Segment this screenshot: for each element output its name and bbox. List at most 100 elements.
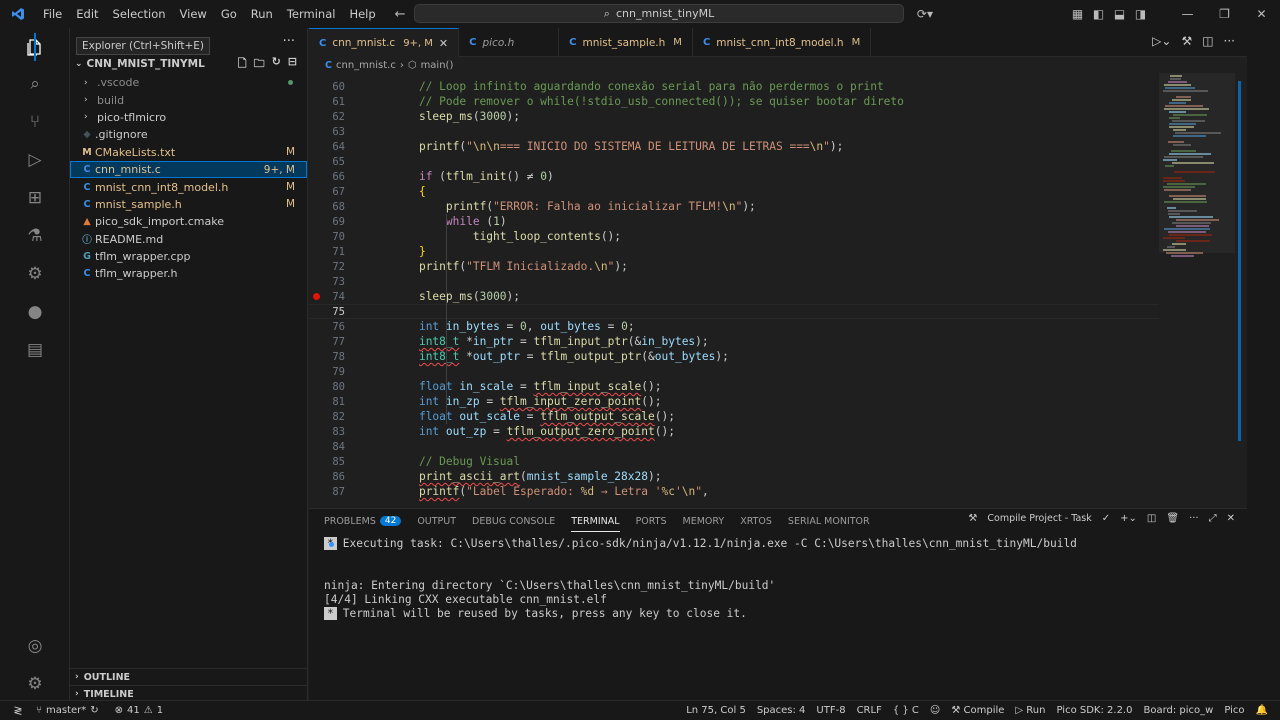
code-line[interactable]: 69 while (1): [309, 214, 1159, 229]
extensions-icon[interactable]: ⊞: [0, 180, 70, 216]
tree-item-cnn-mnist-c[interactable]: Ccnn_mnist.c 9+, M: [70, 160, 307, 179]
cursor-position[interactable]: Ln 75, Col 5: [686, 705, 746, 716]
code-line[interactable]: 62 sleep_ms(3000);: [309, 109, 1159, 124]
remote-icon[interactable]: ≷: [0, 704, 36, 717]
code-line[interactable]: 75: [309, 304, 1159, 319]
code-line[interactable]: 63: [309, 124, 1159, 139]
minimize-icon[interactable]: —: [1169, 7, 1206, 21]
tree-item-tflm-wrapper-h[interactable]: Ctflm_wrapper.h: [70, 265, 307, 282]
kill-terminal-icon[interactable]: 🗑: [1166, 513, 1179, 524]
code-line[interactable]: 74 sleep_ms(3000);: [309, 289, 1159, 304]
minimap[interactable]: [1159, 73, 1247, 508]
code-line[interactable]: 61 // Pode remover o while(!stdio_usb_co…: [309, 94, 1159, 109]
clipboard-icon[interactable]: ▤: [0, 332, 70, 368]
code-line[interactable]: 86 print_ascii_art(mnist_sample_28x28);: [309, 469, 1159, 484]
raspberry-pi-pico-icon[interactable]: ⚙: [0, 256, 70, 292]
toggle-sidebar-icon[interactable]: ◧: [1088, 7, 1109, 21]
toggle-secondary-sidebar-icon[interactable]: ◨: [1130, 7, 1151, 21]
panel-tab-output[interactable]: OUTPUT: [417, 509, 456, 533]
outline-section[interactable]: › OUTLINE: [70, 668, 308, 685]
explorer-root-folder[interactable]: ⌄ CNN_MNIST_TINYML 🗋 🗀 ↻ ⊟: [70, 54, 307, 74]
sync-icon[interactable]: ↻: [90, 705, 98, 716]
accounts-icon[interactable]: ◎: [0, 628, 70, 664]
run-button[interactable]: Run: [1026, 705, 1045, 716]
command-center[interactable]: ⌕ cnn_mnist_tinyML ⟳▾: [414, 4, 933, 23]
maximize-panel-icon[interactable]: ⤢: [1209, 513, 1217, 524]
code-line[interactable]: 82 float out_scale = tflm_output_scale()…: [309, 409, 1159, 424]
menu-item-file[interactable]: File: [36, 7, 69, 21]
editor-more-icon[interactable]: ···: [1224, 34, 1235, 48]
code-line[interactable]: 73: [309, 274, 1159, 289]
code-line[interactable]: 71 }: [309, 244, 1159, 259]
breakpoint-icon[interactable]: [313, 293, 320, 300]
copilot-chat-icon[interactable]: ●: [0, 294, 70, 330]
menu-item-edit[interactable]: Edit: [69, 7, 105, 21]
tree-item-cmakelists-txt[interactable]: M CMakeLists.txt M: [70, 144, 307, 161]
compile-button[interactable]: Compile: [964, 705, 1005, 716]
code-line[interactable]: 77 int8_t *in_ptr = tflm_input_ptr(&in_b…: [309, 334, 1159, 349]
editor-scrollbar[interactable]: [1236, 73, 1246, 508]
warning-count[interactable]: 1: [157, 705, 163, 716]
terminal-task-name[interactable]: Compile Project - Task: [987, 513, 1091, 524]
split-editor-icon[interactable]: ◫: [1202, 34, 1213, 48]
code-line[interactable]: 85 // Debug Visual: [309, 454, 1159, 469]
layout-icon[interactable]: ▦: [1067, 7, 1088, 21]
tree-item-pico-tflmicro[interactable]: › pico-tflmicro: [70, 109, 307, 126]
code-line[interactable]: 66 if (tflm_init() ≠ 0): [309, 169, 1159, 184]
close-panel-icon[interactable]: ✕: [1227, 513, 1235, 524]
tree-item-build[interactable]: › build: [70, 91, 307, 108]
tree-item-mnist-sample-h[interactable]: Cmnist_sample.h M: [70, 196, 307, 213]
copilot-status-icon[interactable]: ☺: [930, 705, 940, 716]
pico-board[interactable]: Board: pico_w: [1143, 705, 1213, 716]
tab-cnn-mnist-c[interactable]: Ccnn_mnist.c 9+, M ✕: [309, 28, 460, 57]
error-count[interactable]: 41: [127, 705, 140, 716]
source-control-icon[interactable]: ⑂: [0, 104, 70, 140]
more-actions-icon[interactable]: ···: [283, 34, 295, 49]
split-terminal-icon[interactable]: ◫: [1147, 513, 1156, 524]
tab-pico-h[interactable]: Cpico.h: [459, 28, 560, 57]
copilot-icon[interactable]: ⟳▾: [917, 7, 933, 21]
code-line[interactable]: 78 int8_t *out_ptr = tflm_output_ptr(&ou…: [309, 349, 1159, 364]
code-line[interactable]: 67 {: [309, 184, 1159, 199]
panel-tab-serial-monitor[interactable]: SERIAL MONITOR: [788, 509, 870, 533]
toggle-panel-icon[interactable]: ⬓: [1109, 7, 1130, 21]
code-line[interactable]: 79: [309, 364, 1159, 379]
menu-item-go[interactable]: Go: [214, 7, 244, 21]
panel-tab-terminal[interactable]: TERMINAL: [571, 509, 620, 533]
code-line[interactable]: 70 tight_loop_contents();: [309, 229, 1159, 244]
tree-item-tflm-wrapper-cpp[interactable]: Gtflm_wrapper.cpp: [70, 248, 307, 265]
compile-icon[interactable]: ⚒: [1181, 34, 1192, 48]
menu-item-view[interactable]: View: [173, 7, 214, 21]
panel-more-icon[interactable]: ···: [1189, 513, 1199, 524]
code-line[interactable]: 87 printf("Label Esperado: %d → Letra '%…: [309, 484, 1159, 499]
git-branch[interactable]: master*: [46, 705, 86, 716]
tree-item-readme-md[interactable]: ⓘ README.md: [70, 231, 307, 248]
run-code-icon[interactable]: ▷⌄: [1152, 34, 1171, 48]
close-window-icon[interactable]: ✕: [1243, 7, 1280, 21]
code-line[interactable]: 76 int in_bytes = 0, out_bytes = 0;: [309, 319, 1159, 334]
terminal-output[interactable]: * Executing task: C:\Users\thalles/.pico-…: [309, 535, 1247, 701]
explorer-icon[interactable]: [0, 29, 70, 65]
code-line[interactable]: 64 printf("\n\n=== INICIO DO SISTEMA DE …: [309, 139, 1159, 154]
breadcrumb-symbol[interactable]: main(): [421, 60, 454, 71]
collapse-all-icon[interactable]: ⊟: [288, 55, 297, 74]
language-mode[interactable]: C: [912, 705, 919, 716]
code-line[interactable]: 60 // Loop infinito aguardando conexão s…: [309, 79, 1159, 94]
panel-tab-memory[interactable]: MEMORY: [683, 509, 725, 533]
menu-item-terminal[interactable]: Terminal: [280, 7, 343, 21]
menu-item-selection[interactable]: Selection: [106, 7, 173, 21]
tree-item-gitignore[interactable]: ◆ .gitignore: [70, 126, 307, 143]
panel-tab-debug-console[interactable]: DEBUG CONSOLE: [472, 509, 555, 533]
new-folder-icon[interactable]: 🗀: [254, 55, 265, 74]
run-debug-icon[interactable]: ▷: [0, 142, 70, 178]
refresh-icon[interactable]: ↻: [272, 55, 281, 74]
manage-gear-icon[interactable]: ⚙: [0, 666, 70, 702]
breadcrumb-file[interactable]: cnn_mnist.c: [336, 60, 396, 71]
end-of-line[interactable]: CRLF: [857, 705, 882, 716]
code-line[interactable]: 81 int in_zp = tflm_input_zero_point();: [309, 394, 1159, 409]
tree-item-pico-sdk-import-cmake[interactable]: ▲ pico_sdk_import.cmake: [70, 213, 307, 230]
panel-tab-ports[interactable]: PORTS: [636, 509, 667, 533]
new-terminal-icon[interactable]: +⌄: [1120, 513, 1137, 524]
menu-item-run[interactable]: Run: [244, 7, 280, 21]
pico-sdk-version[interactable]: Pico SDK: 2.2.0: [1056, 705, 1132, 716]
